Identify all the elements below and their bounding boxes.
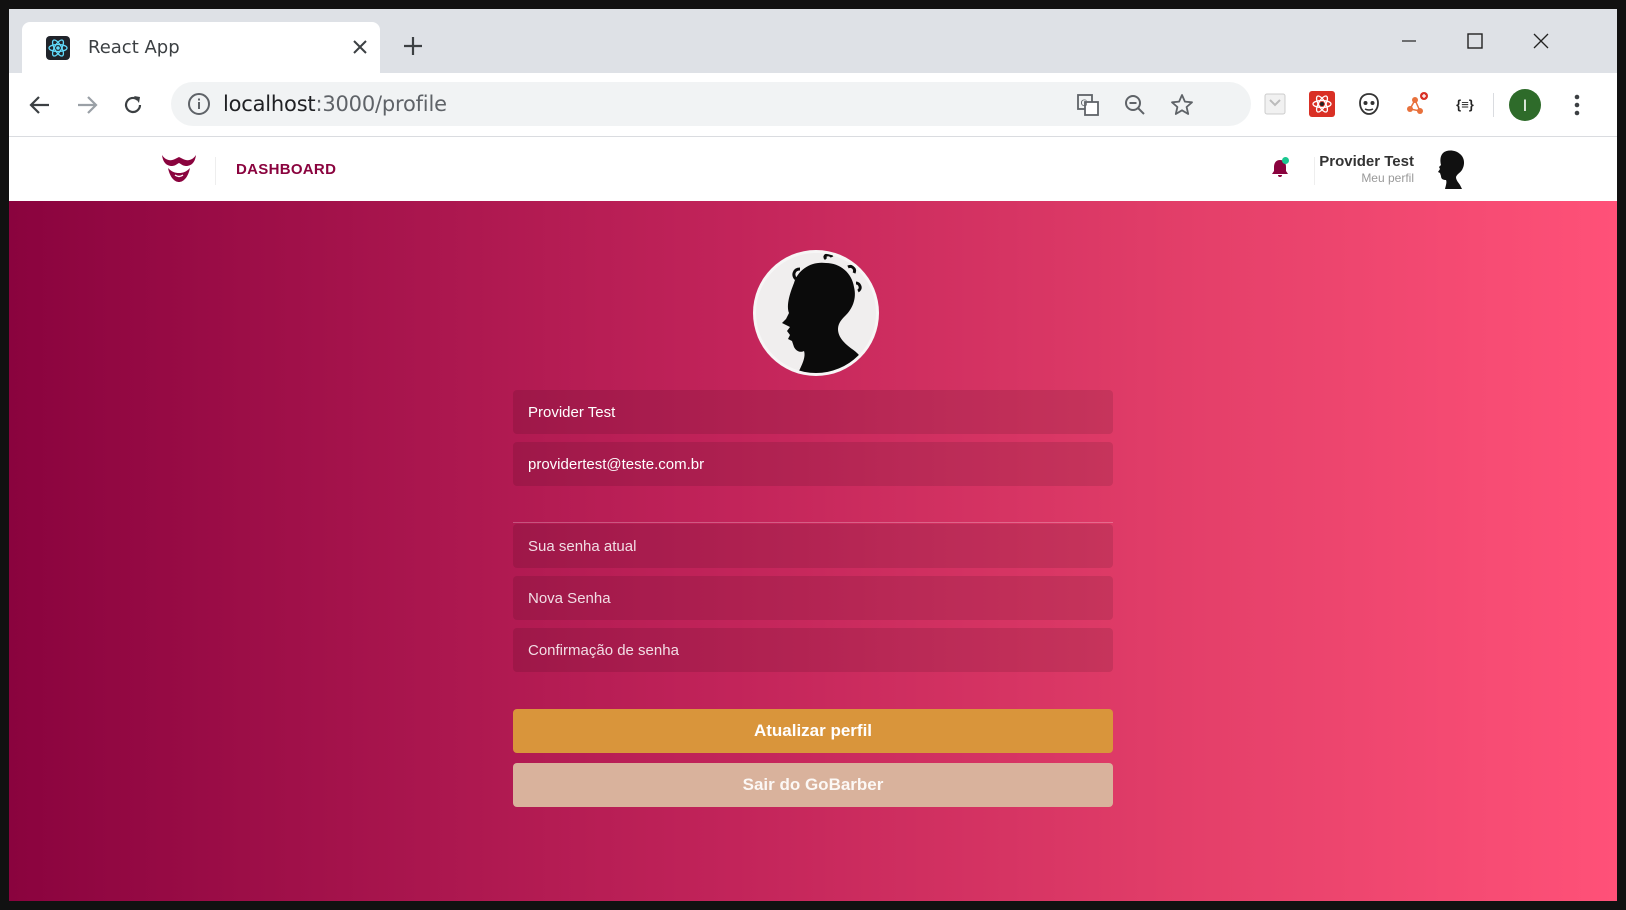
profile-avatar[interactable]: [753, 250, 879, 376]
maximize-icon[interactable]: [1453, 21, 1497, 61]
name-input[interactable]: Provider Test: [513, 390, 1113, 434]
new-tab-icon[interactable]: [398, 31, 428, 61]
profile-page: DASHBOARD Provider Test Meu perfil Provi…: [9, 137, 1617, 901]
header-divider: [1314, 157, 1315, 185]
update-profile-button[interactable]: Atualizar perfil: [513, 709, 1113, 753]
gobarber-logo-icon[interactable]: [161, 151, 197, 185]
current-password-input[interactable]: Sua senha atual: [513, 524, 1113, 568]
forward-arrow-icon[interactable]: [70, 88, 104, 122]
browser-window: React App localhost:3000/profile G {≡} I…: [9, 9, 1617, 901]
tab-close-icon[interactable]: [347, 34, 373, 60]
json-formatter-icon[interactable]: {≡}: [1447, 90, 1483, 118]
my-profile-link[interactable]: Meu perfil: [1361, 171, 1414, 185]
browser-tab[interactable]: React App: [22, 22, 380, 73]
bookmark-star-icon[interactable]: [1169, 92, 1195, 118]
browser-profile-avatar[interactable]: I: [1509, 89, 1541, 121]
reload-icon[interactable]: [116, 88, 150, 122]
network-graph-icon[interactable]: [1402, 90, 1430, 118]
header-user-name: Provider Test: [1319, 153, 1414, 170]
email-input[interactable]: providertest@teste.com.br: [513, 442, 1113, 486]
tab-strip: React App: [9, 9, 1617, 73]
confirm-password-input[interactable]: Confirmação de senha: [513, 628, 1113, 672]
silhouette-image: [782, 253, 868, 373]
react-devtools-icon[interactable]: [1308, 90, 1336, 118]
new-password-input[interactable]: Nova Senha: [513, 576, 1113, 620]
more-menu-icon[interactable]: [1565, 91, 1589, 119]
react-logo-icon: [46, 36, 70, 60]
window-close-icon[interactable]: [1519, 21, 1563, 61]
zoom-out-icon[interactable]: [1122, 92, 1148, 118]
nav-dashboard-link[interactable]: DASHBOARD: [236, 161, 336, 178]
notification-bell-icon[interactable]: [1270, 157, 1290, 179]
translate-icon[interactable]: G: [1075, 92, 1101, 118]
save-to-pocket-icon[interactable]: [1261, 90, 1289, 118]
browser-toolbar: localhost:3000/profile G {≡} I: [9, 73, 1617, 137]
info-icon[interactable]: [187, 92, 211, 116]
wappalyzer-icon[interactable]: [1355, 90, 1383, 118]
minimize-icon[interactable]: [1387, 21, 1431, 61]
form-divider: [513, 522, 1113, 523]
address-bar[interactable]: localhost:3000/profile G: [171, 82, 1251, 126]
url-text[interactable]: localhost:3000/profile: [223, 92, 447, 116]
svg-text:G: G: [1081, 99, 1088, 109]
user-avatar[interactable]: [1429, 149, 1467, 189]
header-divider: [215, 157, 216, 185]
tab-title: React App: [88, 37, 180, 58]
logout-button[interactable]: Sair do GoBarber: [513, 763, 1113, 807]
toolbar-separator: [1493, 93, 1494, 117]
app-header: DASHBOARD Provider Test Meu perfil: [9, 137, 1617, 201]
back-arrow-icon[interactable]: [23, 88, 57, 122]
